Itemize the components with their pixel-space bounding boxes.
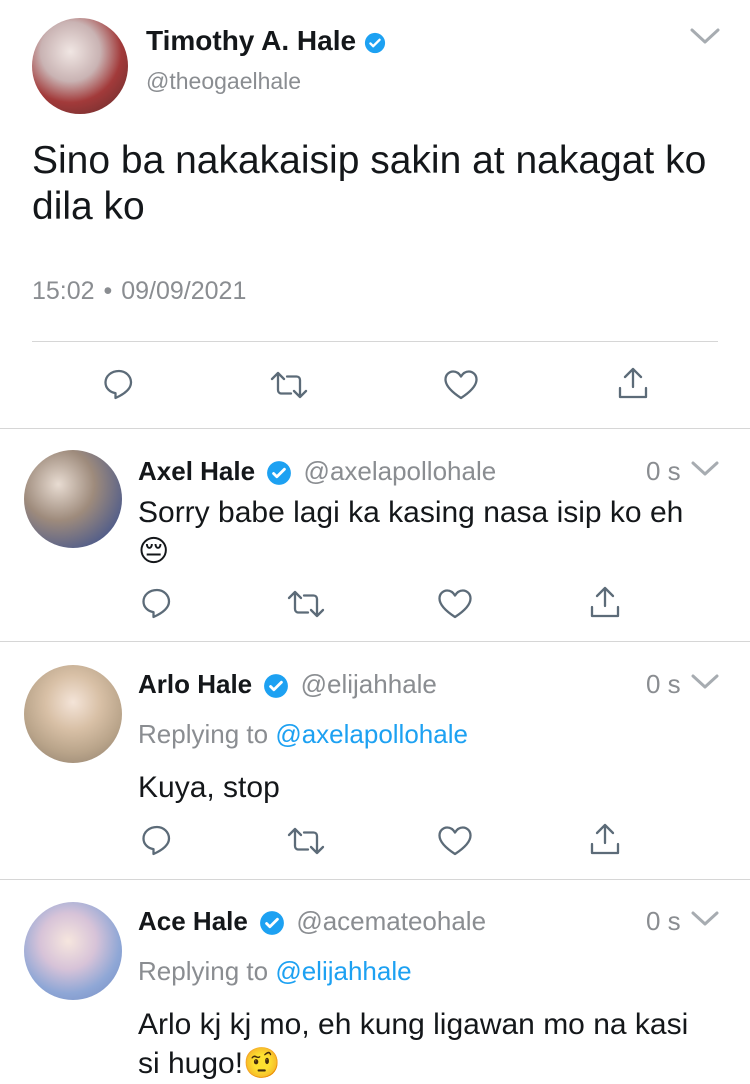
divider <box>0 428 750 429</box>
avatar[interactable] <box>24 902 122 1000</box>
share-icon <box>618 367 648 399</box>
verified-badge-icon <box>364 32 386 54</box>
retweet-icon <box>287 827 325 855</box>
more-options-button[interactable] <box>688 24 722 48</box>
retweet-button[interactable] <box>287 589 325 619</box>
reply-icon <box>104 369 133 400</box>
share-icon <box>590 586 620 618</box>
display-name[interactable]: Timothy A. Hale <box>146 24 386 58</box>
reply-button[interactable] <box>102 368 136 400</box>
reply-header: Axel Hale @axelapollohale <box>138 455 678 487</box>
handle[interactable]: @elijahhale <box>301 669 437 699</box>
chevron-down-icon <box>690 28 720 44</box>
reply-text: Kuya, stop <box>138 771 280 804</box>
handle[interactable]: @axelapollohale <box>304 456 497 486</box>
replying-to-link[interactable]: @axelapollohale <box>275 719 468 749</box>
chevron-down-icon <box>691 674 719 689</box>
reply-button[interactable] <box>140 824 174 856</box>
reply-text: Sorry babe lagi ka kasing nasa isip ko e… <box>138 493 698 571</box>
replying-to-link[interactable]: @elijahhale <box>275 956 411 986</box>
reply-icon <box>142 825 171 856</box>
more-options-button[interactable] <box>690 672 720 692</box>
divider <box>32 341 718 342</box>
handle[interactable]: @acemateohale <box>296 906 486 936</box>
reply-header: Arlo Hale @elijahhale <box>138 668 678 700</box>
avatar[interactable] <box>24 665 122 763</box>
chevron-down-icon <box>691 461 719 476</box>
reply-time: 0 s <box>646 906 681 936</box>
handle[interactable]: @theogaelhale <box>146 66 301 96</box>
retweet-icon <box>270 371 308 399</box>
more-options-button[interactable] <box>690 459 720 479</box>
display-name[interactable]: Axel Hale <box>138 456 255 486</box>
replying-to-label: Replying to <box>138 956 269 986</box>
reply-time: 0 s <box>646 456 681 486</box>
avatar[interactable] <box>32 18 128 114</box>
separator-dot: • <box>103 277 113 305</box>
tweet-time: 15:02 <box>32 277 95 305</box>
reply-icon <box>142 588 171 619</box>
reply-button[interactable] <box>140 587 174 619</box>
reply-time: 0 s <box>646 669 681 699</box>
replying-to-label: Replying to <box>138 719 269 749</box>
reply-header: Ace Hale @acemateohale <box>138 905 678 937</box>
heart-icon <box>438 826 472 856</box>
share-button[interactable] <box>617 366 649 400</box>
more-options-button[interactable] <box>690 909 720 929</box>
verified-badge-icon <box>259 910 285 936</box>
reply-text-content: Arlo kj kj mo, eh kung ligawan mo na kas… <box>138 1008 689 1080</box>
heart-icon <box>438 589 472 619</box>
display-name-text[interactable]: Timothy A. Hale <box>146 25 356 56</box>
raised-eyebrow-emoji: 🤨 <box>243 1047 281 1080</box>
share-button[interactable] <box>589 585 621 619</box>
retweet-icon <box>287 590 325 618</box>
like-button[interactable] <box>437 588 473 620</box>
reply-text-content: Sorry babe lagi ka kasing nasa isip ko e… <box>138 496 684 529</box>
reply-text: Arlo kj kj mo, eh kung ligawan mo na kas… <box>138 1005 698 1083</box>
verified-badge-icon <box>263 673 289 699</box>
like-button[interactable] <box>437 825 473 857</box>
tweet-date: 09/09/2021 <box>121 277 247 305</box>
tweet-timestamp[interactable]: 15:02 • 09/09/2021 <box>32 276 246 306</box>
replying-to: Replying to @axelapollohale <box>138 718 468 750</box>
heart-icon <box>444 370 478 400</box>
share-icon <box>590 823 620 855</box>
verified-badge-icon <box>266 460 292 486</box>
share-button[interactable] <box>589 822 621 856</box>
retweet-button[interactable] <box>287 826 325 856</box>
display-name[interactable]: Arlo Hale <box>138 669 252 699</box>
avatar[interactable] <box>24 450 122 548</box>
display-name[interactable]: Ace Hale <box>138 906 248 936</box>
chevron-down-icon <box>691 911 719 926</box>
like-button[interactable] <box>443 369 479 401</box>
replying-to: Replying to @elijahhale <box>138 955 412 987</box>
retweet-button[interactable] <box>270 370 308 400</box>
tweet-text: Sino ba nakakaisip sakin at nakagat ko d… <box>32 139 707 228</box>
divider <box>0 879 750 880</box>
divider <box>0 641 750 642</box>
pensive-emoji: 😔 <box>138 535 170 568</box>
